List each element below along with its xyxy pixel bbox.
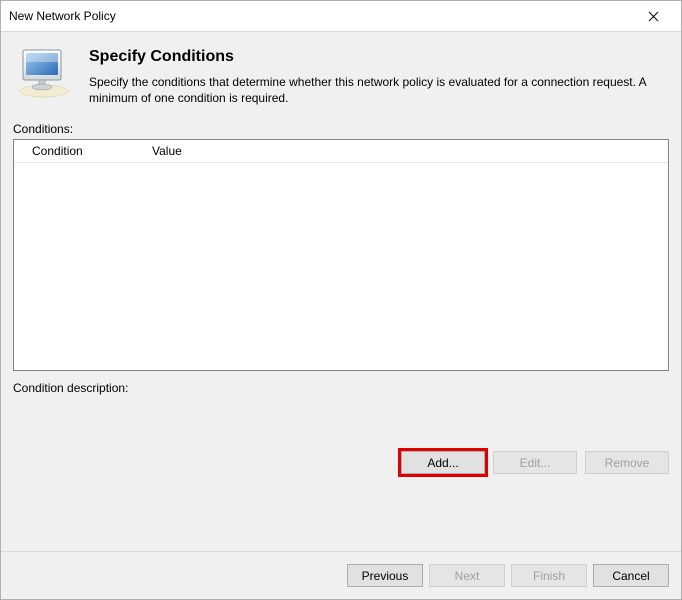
close-button[interactable] — [633, 1, 673, 31]
dialog-body: Specify Conditions Specify the condition… — [1, 32, 681, 551]
heading-wrap: Specify Conditions Specify the condition… — [89, 46, 669, 106]
wizard-footer: Previous Next Finish Cancel — [1, 551, 681, 599]
column-condition[interactable]: Condition — [32, 144, 152, 158]
window-title: New Network Policy — [9, 9, 116, 23]
finish-button: Finish — [511, 564, 587, 587]
add-button[interactable]: Add... — [401, 451, 485, 474]
monitor-icon — [13, 46, 75, 104]
remove-button: Remove — [585, 451, 669, 474]
condition-buttons-row: Add... Edit... Remove — [13, 451, 669, 474]
titlebar: New Network Policy — [1, 1, 681, 32]
dialog-window: New Network Policy — [0, 0, 682, 600]
condition-description-label: Condition description: — [13, 381, 669, 395]
close-icon — [648, 11, 659, 22]
cancel-button[interactable]: Cancel — [593, 564, 669, 587]
page-subtitle: Specify the conditions that determine wh… — [89, 74, 669, 106]
column-value[interactable]: Value — [152, 144, 668, 158]
condition-description-area — [13, 401, 669, 447]
page-title: Specify Conditions — [89, 48, 669, 66]
page-header: Specify Conditions Specify the condition… — [13, 42, 669, 122]
edit-button: Edit... — [493, 451, 577, 474]
conditions-list[interactable]: Condition Value — [13, 139, 669, 371]
next-button: Next — [429, 564, 505, 587]
previous-button[interactable]: Previous — [347, 564, 423, 587]
conditions-label: Conditions: — [13, 122, 669, 136]
conditions-list-header: Condition Value — [14, 140, 668, 163]
